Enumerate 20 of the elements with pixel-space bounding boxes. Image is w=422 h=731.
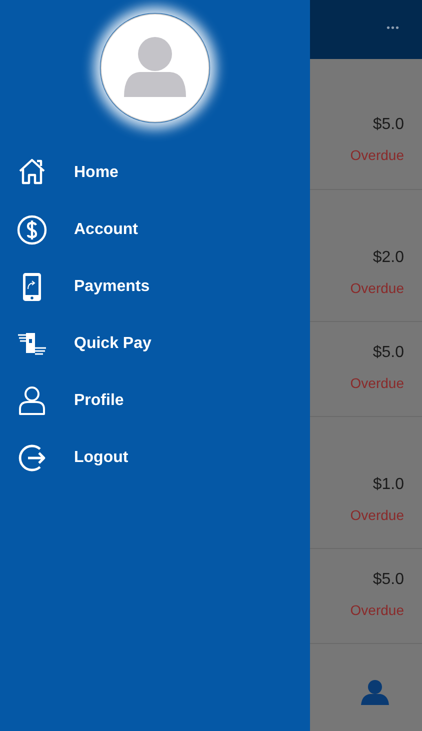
menu-item[interactable]: Account bbox=[74, 220, 138, 238]
person-icon[interactable] bbox=[16, 384, 48, 416]
menu-item[interactable]: Logout bbox=[74, 448, 128, 466]
bill-amount: $5.0 bbox=[372, 570, 404, 590]
bill-amount: $5.0 bbox=[372, 115, 404, 135]
bill-amount: $2.0 bbox=[372, 248, 404, 268]
bill-status: Overdue bbox=[350, 506, 404, 524]
more-button[interactable]: ••• bbox=[386, 23, 400, 34]
bill-amount: $5.0 bbox=[372, 343, 404, 363]
bill-status: Overdue bbox=[350, 146, 404, 164]
menu-item[interactable]: Home bbox=[74, 164, 118, 182]
bill-status: Overdue bbox=[350, 601, 404, 619]
dollar-icon[interactable] bbox=[16, 214, 48, 246]
menu-item[interactable]: Quick Pay bbox=[74, 334, 152, 352]
menu-item[interactable]: Profile bbox=[74, 392, 124, 410]
bill-status: Overdue bbox=[350, 374, 404, 392]
avatar-icon bbox=[100, 13, 210, 123]
bill-status: Overdue bbox=[350, 279, 404, 297]
bill-amount: $1.0 bbox=[372, 475, 404, 495]
menu-item[interactable]: Payments bbox=[74, 278, 150, 296]
